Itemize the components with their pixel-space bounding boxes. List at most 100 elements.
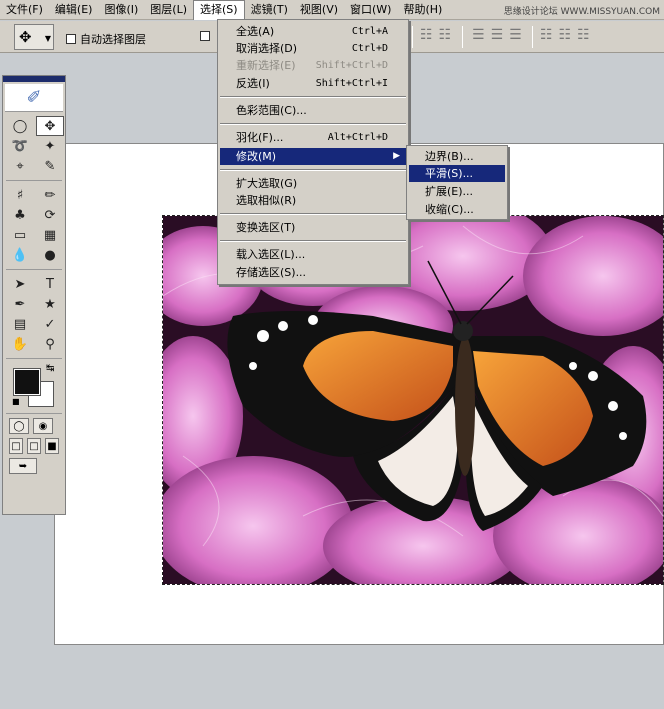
path-select-icon[interactable]: ➤ bbox=[6, 274, 34, 294]
divider bbox=[462, 26, 463, 48]
foreground-color-swatch[interactable] bbox=[13, 368, 41, 396]
menu-item-shortcut: Shift+Ctrl+I bbox=[315, 78, 388, 89]
menu-view[interactable]: 视图(V) bbox=[294, 0, 344, 20]
notes-icon[interactable]: ▤ bbox=[6, 314, 34, 334]
shape-icon[interactable]: ★ bbox=[36, 294, 64, 314]
menu-item-transform-selection[interactable]: 变换选区(T) bbox=[220, 219, 406, 236]
eyedropper-icon[interactable]: ✓ bbox=[36, 314, 64, 334]
menu-item-save-selection[interactable]: 存储选区(S)... bbox=[220, 264, 406, 281]
menu-select[interactable]: 选择(S) bbox=[193, 0, 245, 20]
quick-mask-icon[interactable]: ◉ bbox=[33, 418, 53, 434]
distribute-icon[interactable]: ☰ bbox=[509, 27, 522, 43]
menu-item-shortcut: Alt+Ctrl+D bbox=[327, 132, 388, 143]
type-icon[interactable]: T bbox=[36, 274, 64, 294]
menu-item-label: 扩大选取(G) bbox=[236, 177, 298, 190]
distribute-buttons-group: ☰ ☰ ☰ bbox=[472, 27, 522, 43]
menu-item-similar[interactable]: 选取相似(R) bbox=[220, 192, 406, 209]
clone-stamp-icon[interactable]: ♣ bbox=[6, 205, 34, 225]
menu-item-color-range[interactable]: 色彩范围(C)... bbox=[220, 102, 406, 119]
mask-mode-row: ◯ ◉ bbox=[3, 416, 65, 436]
history-brush-icon[interactable]: ⟳ bbox=[36, 205, 64, 225]
marquee-icon[interactable]: ◯ bbox=[6, 116, 34, 136]
toolbox-titlebar[interactable] bbox=[3, 76, 65, 82]
menu-item-grow[interactable]: 扩大选取(G) bbox=[220, 175, 406, 192]
divider bbox=[6, 358, 62, 359]
menu-file[interactable]: 文件(F) bbox=[0, 0, 49, 20]
menu-separator bbox=[220, 169, 406, 171]
submenu-item-expand[interactable]: 扩展(E)... bbox=[409, 183, 505, 200]
menu-item-label: 变换选区(T) bbox=[236, 221, 296, 234]
submenu-item-smooth[interactable]: 平滑(S)... bbox=[409, 165, 505, 182]
menu-item-label: 修改(M) bbox=[236, 150, 277, 163]
crop-icon[interactable]: ⌖ bbox=[6, 156, 34, 176]
tool-preset-picker[interactable]: ✥ ▼ bbox=[14, 24, 54, 50]
standard-mode-icon[interactable]: ◯ bbox=[9, 418, 29, 434]
menu-item-deselect[interactable]: 取消选择(D) Ctrl+D bbox=[220, 40, 406, 57]
auto-select-layer-checkbox[interactable]: 自动选择图层 bbox=[66, 31, 146, 47]
color-swatches: ↹ ■ bbox=[6, 363, 62, 409]
tool-grid: ◯ ✥ ➰ ✦ ⌖ ✎ bbox=[3, 114, 65, 178]
menu-item-label: 全选(A) bbox=[236, 25, 275, 38]
tool-grid: ➤ T ✒ ★ ▤ ✓ ✋ ⚲ bbox=[3, 272, 65, 356]
menu-item-select-all[interactable]: 全选(A) Ctrl+A bbox=[220, 23, 406, 40]
zoom-icon[interactable]: ⚲ bbox=[36, 334, 64, 354]
distribute-icon[interactable]: ☰ bbox=[472, 27, 485, 43]
screen-mode-icon[interactable]: □ bbox=[27, 438, 41, 454]
pen-icon[interactable]: ✒ bbox=[6, 294, 34, 314]
blur-icon[interactable]: 💧 bbox=[6, 245, 34, 265]
menu-item-inverse[interactable]: 反选(I) Shift+Ctrl+I bbox=[220, 75, 406, 92]
hand-icon[interactable]: ✋ bbox=[6, 334, 34, 354]
align-icon[interactable]: ☷ bbox=[420, 27, 433, 43]
distribute-icon[interactable]: ☷ bbox=[577, 27, 590, 43]
menu-item-modify[interactable]: 修改(M) ▶ bbox=[220, 148, 406, 165]
checkbox-box[interactable] bbox=[66, 34, 76, 44]
jump-to-imageready-icon[interactable]: ➥ bbox=[9, 458, 37, 474]
magic-wand-icon[interactable]: ✦ bbox=[36, 136, 64, 156]
feather-logo-icon[interactable]: ✐ bbox=[5, 84, 63, 112]
menu-window[interactable]: 窗口(W) bbox=[344, 0, 397, 20]
screen-mode-icon[interactable]: □ bbox=[9, 438, 23, 454]
brush-icon[interactable]: ✏ bbox=[36, 185, 64, 205]
distribute-icon[interactable]: ☷ bbox=[540, 27, 553, 43]
default-colors-icon[interactable]: ■ bbox=[12, 397, 20, 406]
align-buttons-group: ☷ ☷ bbox=[420, 27, 451, 43]
toolbox-panel: ✐ ◯ ✥ ➰ ✦ ⌖ ✎ ♯ ✏ ♣ ⟳ ▭ ▦ 💧 ● ➤ T ✒ ★ ▤ … bbox=[2, 75, 66, 515]
menu-item-label: 重新选择(E) bbox=[236, 59, 296, 72]
divider bbox=[6, 180, 62, 181]
menu-separator bbox=[220, 96, 406, 98]
move-tool-icon: ✥ bbox=[19, 28, 32, 46]
submenu-item-border[interactable]: 边界(B)... bbox=[409, 148, 505, 165]
auto-select-layer-label: 自动选择图层 bbox=[80, 33, 146, 46]
show-bounding-box-checkbox[interactable] bbox=[200, 31, 214, 41]
menu-help[interactable]: 帮助(H) bbox=[397, 0, 448, 20]
menu-bar: 文件(F) 编辑(E) 图像(I) 图层(L) 选择(S) 滤镜(T) 视图(V… bbox=[0, 0, 664, 20]
lasso-icon[interactable]: ➰ bbox=[6, 136, 34, 156]
menu-item-label: 载入选区(L)... bbox=[236, 248, 306, 261]
distribute-icon[interactable]: ☰ bbox=[491, 27, 504, 43]
menu-image[interactable]: 图像(I) bbox=[98, 0, 144, 20]
eraser-icon[interactable]: ▭ bbox=[6, 225, 34, 245]
slice-icon[interactable]: ✎ bbox=[36, 156, 64, 176]
menu-item-label: 反选(I) bbox=[236, 77, 270, 90]
menu-edit[interactable]: 编辑(E) bbox=[49, 0, 99, 20]
menu-filter[interactable]: 滤镜(T) bbox=[245, 0, 294, 20]
gradient-icon[interactable]: ▦ bbox=[36, 225, 64, 245]
healing-brush-icon[interactable]: ♯ bbox=[6, 185, 34, 205]
menu-item-label: 存储选区(S)... bbox=[236, 266, 307, 279]
dodge-icon[interactable]: ● bbox=[36, 245, 64, 265]
menu-item-feather[interactable]: 羽化(F)... Alt+Ctrl+D bbox=[220, 129, 406, 146]
align-icon[interactable]: ☷ bbox=[439, 27, 452, 43]
screen-mode-icon[interactable]: ■ bbox=[45, 438, 59, 454]
move-icon[interactable]: ✥ bbox=[36, 116, 64, 136]
divider bbox=[412, 26, 413, 48]
checkbox-box[interactable] bbox=[200, 31, 210, 41]
menu-separator bbox=[220, 240, 406, 242]
select-menu-dropdown: 全选(A) Ctrl+A 取消选择(D) Ctrl+D 重新选择(E) Shift+C… bbox=[217, 19, 409, 285]
divider bbox=[6, 269, 62, 270]
submenu-item-contract[interactable]: 收缩(C)... bbox=[409, 201, 505, 218]
menu-item-shortcut: Ctrl+D bbox=[351, 43, 388, 54]
distribute-icon[interactable]: ☷ bbox=[559, 27, 572, 43]
swap-colors-icon[interactable]: ↹ bbox=[46, 363, 54, 374]
menu-layer[interactable]: 图层(L) bbox=[144, 0, 193, 20]
menu-item-load-selection[interactable]: 载入选区(L)... bbox=[220, 246, 406, 263]
